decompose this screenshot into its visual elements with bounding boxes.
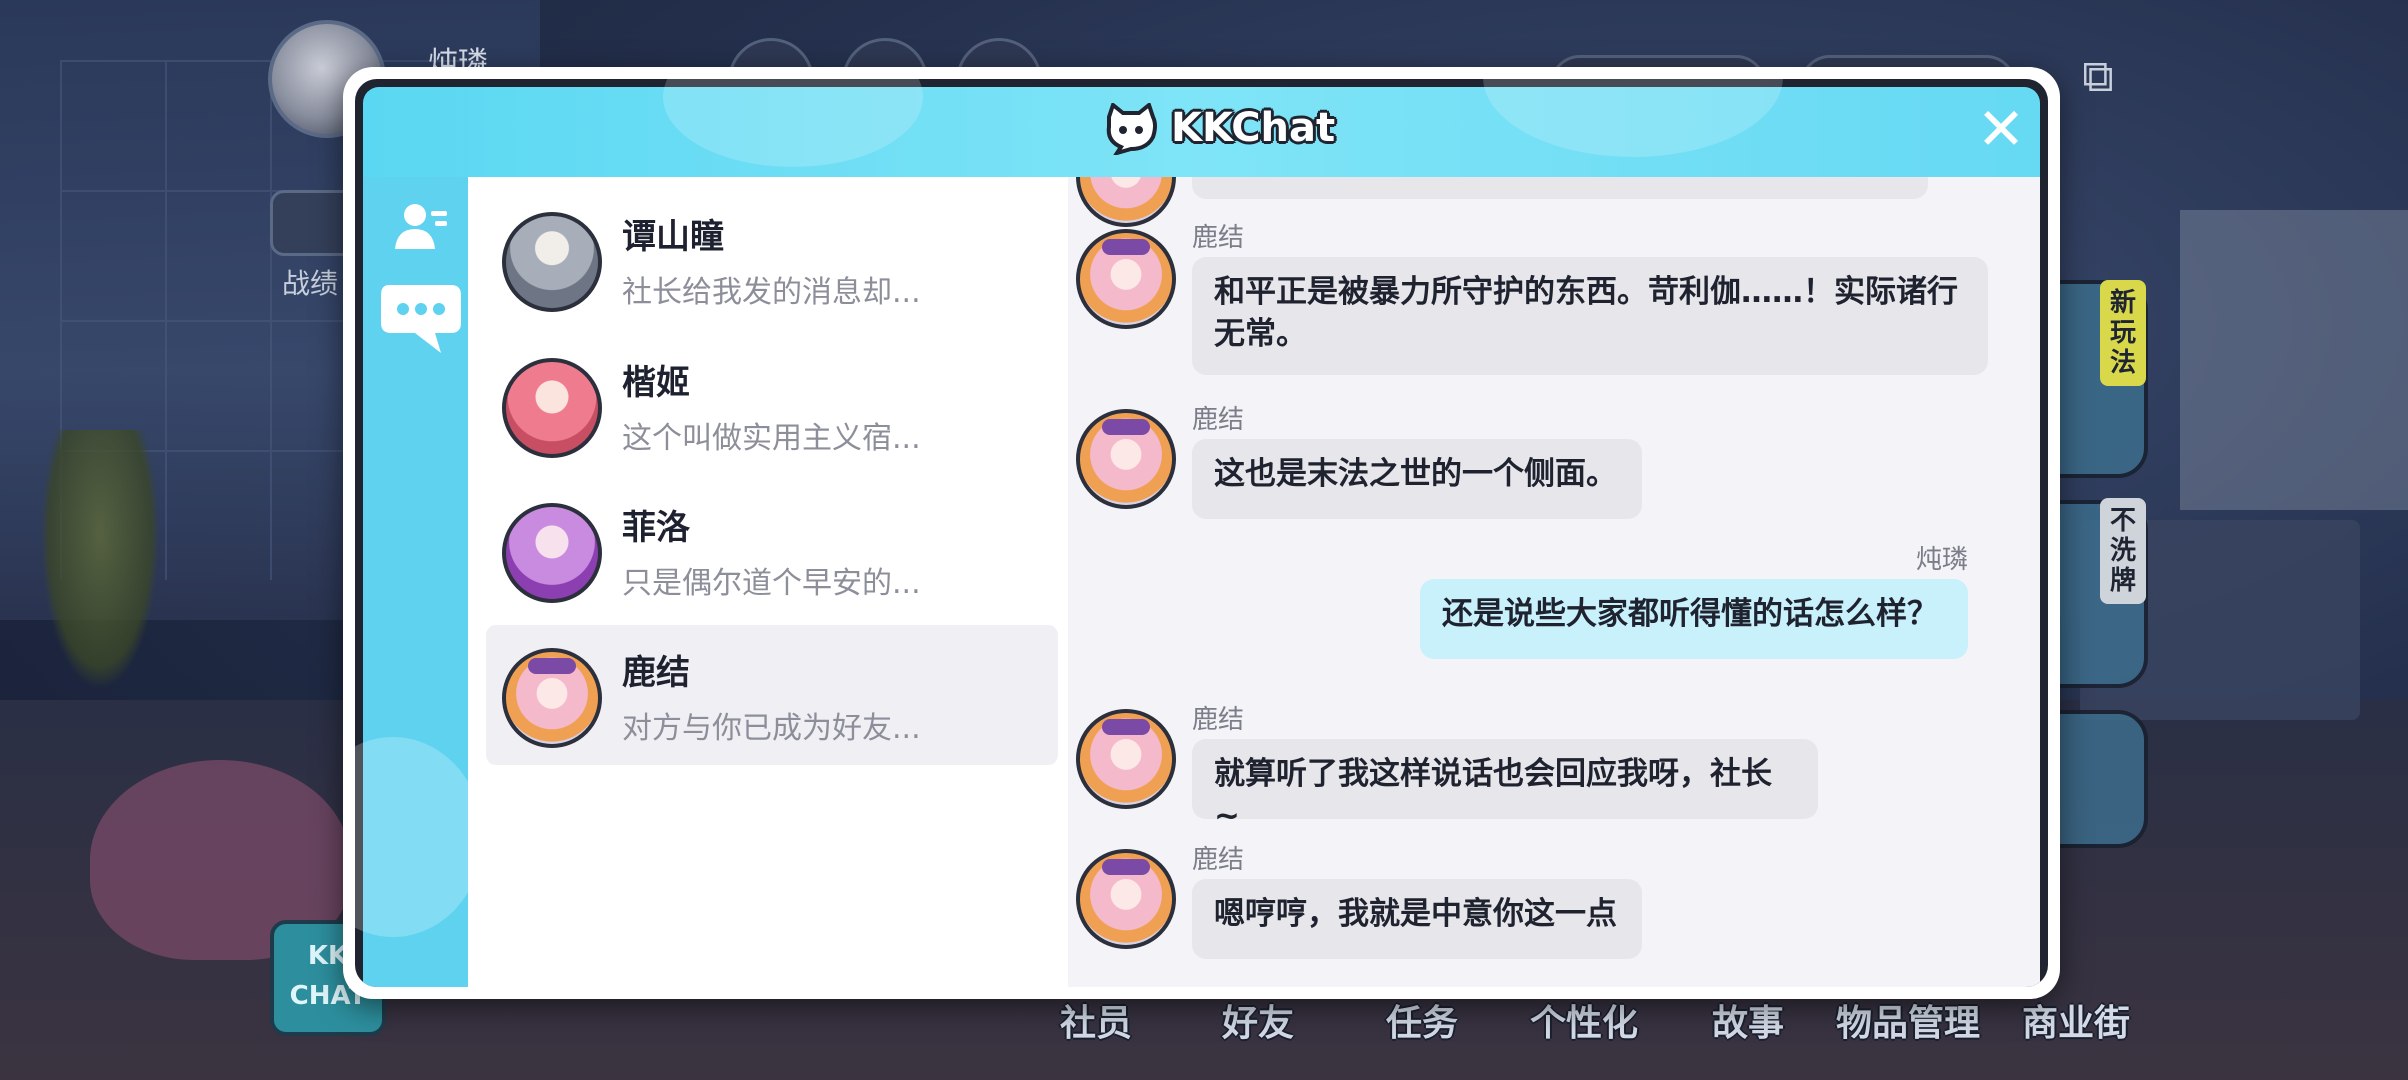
kkchat-frame: KKChat ✕ 谭山瞳 社长给我发的消息却... 楷姬 这个叫做实用主义宿..… bbox=[355, 79, 2048, 987]
message-sender: 鹿结 bbox=[1192, 223, 1245, 253]
kkchat-dialog: KKChat ✕ 谭山瞳 社长给我发的消息却... 楷姬 这个叫做实用主义宿..… bbox=[343, 67, 2060, 999]
app-title: KKChat bbox=[1171, 105, 1336, 151]
no-shuffle-tag: 不洗牌 bbox=[2100, 498, 2146, 604]
chat-message: 鹿结 和平正是被暴力所守护的东西。苛利伽……！实际诸行无常。 bbox=[1072, 217, 1988, 387]
header-decoration bbox=[1483, 79, 1783, 157]
header-decoration bbox=[663, 79, 923, 167]
sunglasses-girl-avatar bbox=[1076, 849, 1176, 949]
message-sender: 炖璘 bbox=[1915, 545, 1968, 575]
contact-name: 鹿结 bbox=[622, 653, 690, 693]
contact-preview: 这个叫做实用主义宿... bbox=[622, 421, 921, 456]
contact-preview: 社长给我发的消息却... bbox=[622, 275, 921, 310]
message-bubble: 嗯哼哼，我就是中意你这一点 bbox=[1192, 879, 1642, 959]
contact-name: 楷姬 bbox=[622, 363, 690, 403]
record-label: 战绩 bbox=[282, 267, 339, 300]
message-bubble: 和平正是被暴力所守护的东西。苛利伽……！实际诸行无常。 bbox=[1192, 257, 1988, 375]
nav-story[interactable]: 故事 bbox=[1712, 994, 1784, 1046]
message-sender: 鹿结 bbox=[1192, 405, 1245, 435]
contact-list: 谭山瞳 社长给我发的消息却... 楷姬 这个叫做实用主义宿... 菲洛 只是偶尔… bbox=[468, 177, 1068, 987]
purple-hair-boy-avatar bbox=[502, 503, 602, 603]
contact-name: 谭山瞳 bbox=[622, 217, 724, 257]
chat-sidebar bbox=[355, 177, 483, 987]
nav-items[interactable]: 物品管理 bbox=[1836, 994, 1980, 1046]
contact-item-active[interactable]: 鹿结 对方与你已成为好友... bbox=[486, 625, 1058, 765]
gray-hair-girl-avatar bbox=[502, 212, 602, 312]
contact-name: 菲洛 bbox=[622, 508, 690, 548]
pink-hair-girl-avatar bbox=[502, 358, 602, 458]
contact-item[interactable]: 楷姬 这个叫做实用主义宿... bbox=[486, 335, 1058, 475]
message-bubble: 这也是末法之世的一个侧面。 bbox=[1192, 439, 1642, 519]
chat-bubble-icon[interactable] bbox=[379, 277, 463, 357]
chat-message: 鹿结 嗯哼哼，我就是中意你这一点 bbox=[1072, 839, 1972, 969]
chat-messages[interactable]: 鹿结 和平正是被暴力所守护的东西。苛利伽……！实际诸行无常。 鹿结 这也是末法之… bbox=[1068, 177, 2040, 987]
background-plant bbox=[40, 430, 160, 690]
contact-preview: 只是偶尔道个早安的... bbox=[622, 566, 921, 601]
sidebar-decoration bbox=[355, 737, 483, 937]
chat-message: 鹿结 这也是末法之世的一个侧面。 bbox=[1072, 399, 1972, 529]
nav-tasks[interactable]: 任务 bbox=[1386, 994, 1458, 1046]
cat-bubble-icon bbox=[1106, 103, 1157, 155]
contact-item[interactable]: 菲洛 只是偶尔道个早安的... bbox=[486, 480, 1058, 620]
dialog-header: KKChat ✕ bbox=[363, 79, 2040, 177]
contact-preview: 对方与你已成为好友... bbox=[622, 711, 921, 746]
person-list-icon[interactable] bbox=[391, 197, 451, 257]
sunglasses-girl-avatar bbox=[1076, 709, 1176, 809]
sunglasses-girl-avatar bbox=[502, 648, 602, 748]
nav-shop-street[interactable]: 商业街 bbox=[2022, 994, 2130, 1046]
background-whiteboard bbox=[2180, 210, 2408, 510]
close-icon[interactable]: ✕ bbox=[1973, 100, 2029, 158]
message-sender: 鹿结 bbox=[1192, 845, 1245, 875]
chat-message: 鹿结 就算听了我这样说话也会回应我呀，社长~ bbox=[1072, 699, 1972, 834]
chat-message-self: 炖璘 还是说些大家都听得懂的话怎么样？ bbox=[1408, 539, 1968, 659]
nav-members[interactable]: 社员 bbox=[1060, 994, 1132, 1046]
message-bubble: 就算听了我这样说话也会回应我呀，社长~ bbox=[1192, 739, 1818, 834]
sunglasses-girl-avatar bbox=[1076, 409, 1176, 509]
nav-personalize[interactable]: 个性化 bbox=[1530, 994, 1638, 1046]
message-sender: 鹿结 bbox=[1192, 705, 1245, 735]
nav-friends[interactable]: 好友 bbox=[1222, 994, 1294, 1046]
gallery-icon[interactable]: ⧉ bbox=[2070, 52, 2126, 102]
message-bubble bbox=[1192, 177, 1928, 199]
new-mode-tag: 新玩法 bbox=[2100, 280, 2146, 386]
message-bubble: 还是说些大家都听得懂的话怎么样？ bbox=[1420, 579, 1968, 659]
sunglasses-girl-avatar bbox=[1076, 229, 1176, 329]
contact-item[interactable]: 谭山瞳 社长给我发的消息却... bbox=[486, 189, 1058, 329]
